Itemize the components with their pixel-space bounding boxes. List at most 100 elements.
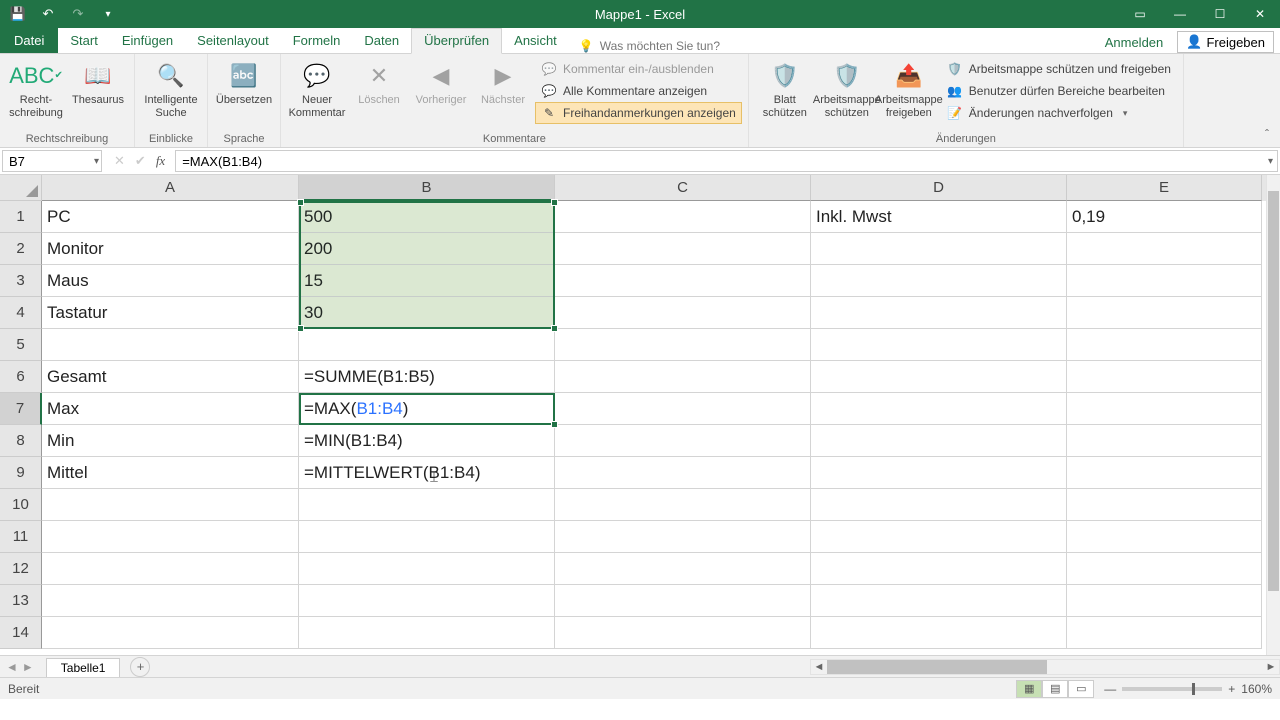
cell[interactable]: PC xyxy=(42,201,299,233)
thesaurus-button[interactable]: 📖Thesaurus xyxy=(68,58,128,109)
row-header[interactable]: 12 xyxy=(0,553,42,585)
cell[interactable]: Max xyxy=(42,393,299,425)
share-workbook-button[interactable]: 📤Arbeitsmappe freigeben xyxy=(879,58,939,121)
cell[interactable] xyxy=(299,329,555,361)
zoom-out-button[interactable]: — xyxy=(1104,682,1116,696)
cell[interactable] xyxy=(811,617,1067,649)
tab-view[interactable]: Ansicht xyxy=(502,29,569,53)
cell[interactable] xyxy=(555,329,811,361)
tell-me-search[interactable]: 💡 Was möchten Sie tun? xyxy=(569,39,1097,53)
spelling-button[interactable]: ABC✔Recht- schreibung xyxy=(6,58,66,121)
cell[interactable] xyxy=(811,233,1067,265)
sheet-tab[interactable]: Tabelle1 xyxy=(46,658,121,677)
tab-file[interactable]: Datei xyxy=(0,28,58,53)
maximize-icon[interactable]: ☐ xyxy=(1200,0,1240,28)
signin-link[interactable]: Anmelden xyxy=(1097,32,1172,53)
cell[interactable]: Maus xyxy=(42,265,299,297)
cell[interactable] xyxy=(42,329,299,361)
cell[interactable]: 500 xyxy=(299,201,555,233)
chevron-down-icon[interactable]: ▾ xyxy=(94,156,99,167)
cell[interactable] xyxy=(1067,297,1262,329)
cell[interactable] xyxy=(1067,233,1262,265)
row-header[interactable]: 2 xyxy=(0,233,42,265)
range-handle[interactable] xyxy=(297,199,304,206)
cell[interactable]: =MAX(B1:B4) xyxy=(299,393,555,425)
cell[interactable] xyxy=(555,457,811,489)
row-header[interactable]: 6 xyxy=(0,361,42,393)
undo-icon[interactable]: ↶ xyxy=(38,4,58,24)
zoom-slider[interactable] xyxy=(1122,687,1222,691)
cell[interactable] xyxy=(811,489,1067,521)
fill-handle[interactable] xyxy=(551,421,558,428)
cell[interactable] xyxy=(811,457,1067,489)
range-handle[interactable] xyxy=(297,325,304,332)
share-button[interactable]: 👤 Freigeben xyxy=(1177,31,1274,53)
cell[interactable] xyxy=(1067,265,1262,297)
cell[interactable] xyxy=(811,425,1067,457)
cell[interactable] xyxy=(555,521,811,553)
cell[interactable]: Min xyxy=(42,425,299,457)
cell[interactable]: Tastatur xyxy=(42,297,299,329)
vertical-scrollbar[interactable] xyxy=(1266,175,1280,655)
collapse-ribbon-icon[interactable]: ˆ xyxy=(1258,125,1276,143)
protect-and-share-button[interactable]: 🛡️Arbeitsmappe schützen und freigeben xyxy=(941,58,1177,80)
cell[interactable] xyxy=(1067,617,1262,649)
cell[interactable] xyxy=(811,265,1067,297)
cell[interactable] xyxy=(811,393,1067,425)
allow-edit-ranges-button[interactable]: 👥Benutzer dürfen Bereiche bearbeiten xyxy=(941,80,1177,102)
cell[interactable] xyxy=(299,553,555,585)
cell[interactable] xyxy=(1067,521,1262,553)
cell[interactable]: 0,19 xyxy=(1067,201,1262,233)
ribbon-display-icon[interactable]: ▭ xyxy=(1120,0,1160,28)
cell[interactable] xyxy=(811,297,1067,329)
protect-sheet-button[interactable]: 🛡️Blatt schützen xyxy=(755,58,815,121)
cell[interactable] xyxy=(555,265,811,297)
add-sheet-button[interactable]: + xyxy=(130,657,150,677)
cell[interactable] xyxy=(811,553,1067,585)
tab-insert[interactable]: Einfügen xyxy=(110,29,185,53)
formula-input[interactable]: =MAX(B1:B4) ▾ xyxy=(175,150,1278,172)
cell[interactable]: Monitor xyxy=(42,233,299,265)
protect-workbook-button[interactable]: 🛡️Arbeitsmappe schützen xyxy=(817,58,877,121)
cell[interactable]: Gesamt xyxy=(42,361,299,393)
cell[interactable] xyxy=(555,553,811,585)
row-header[interactable]: 14 xyxy=(0,617,42,649)
row-header[interactable]: 7 xyxy=(0,393,42,425)
cell[interactable] xyxy=(1067,553,1262,585)
cell[interactable]: 200 xyxy=(299,233,555,265)
row-header[interactable]: 3 xyxy=(0,265,42,297)
tab-data[interactable]: Daten xyxy=(352,29,411,53)
cell[interactable]: =MIN(B1:B4) xyxy=(299,425,555,457)
name-box[interactable]: B7 ▾ xyxy=(2,150,102,172)
cell[interactable] xyxy=(42,553,299,585)
tab-pagelayout[interactable]: Seitenlayout xyxy=(185,29,281,53)
cell[interactable] xyxy=(1067,457,1262,489)
save-icon[interactable]: 💾 xyxy=(8,4,28,24)
cell[interactable] xyxy=(1067,425,1262,457)
cell[interactable] xyxy=(555,393,811,425)
zoom-in-button[interactable]: + xyxy=(1228,682,1235,696)
row-header[interactable]: 5 xyxy=(0,329,42,361)
cell[interactable]: 30 xyxy=(299,297,555,329)
qat-customize-icon[interactable]: ▾ xyxy=(98,4,118,24)
row-header[interactable]: 4 xyxy=(0,297,42,329)
cell[interactable] xyxy=(1067,329,1262,361)
close-icon[interactable]: ✕ xyxy=(1240,0,1280,28)
minimize-icon[interactable]: — xyxy=(1160,0,1200,28)
select-all-button[interactable] xyxy=(0,175,42,201)
column-header[interactable]: A xyxy=(42,175,299,201)
row-header[interactable]: 8 xyxy=(0,425,42,457)
cell[interactable] xyxy=(555,361,811,393)
sheet-nav-next-icon[interactable]: ► xyxy=(22,660,34,674)
tab-start[interactable]: Start xyxy=(58,29,109,53)
column-header[interactable]: D xyxy=(811,175,1067,201)
cell[interactable] xyxy=(42,489,299,521)
sheet-nav-prev-icon[interactable]: ◄ xyxy=(6,660,18,674)
cell[interactable] xyxy=(555,425,811,457)
column-header[interactable]: B xyxy=(299,175,555,201)
tab-formulas[interactable]: Formeln xyxy=(281,29,353,53)
row-header[interactable]: 10 xyxy=(0,489,42,521)
cell[interactable] xyxy=(1067,585,1262,617)
cell[interactable] xyxy=(1067,489,1262,521)
redo-icon[interactable]: ↷ xyxy=(68,4,88,24)
